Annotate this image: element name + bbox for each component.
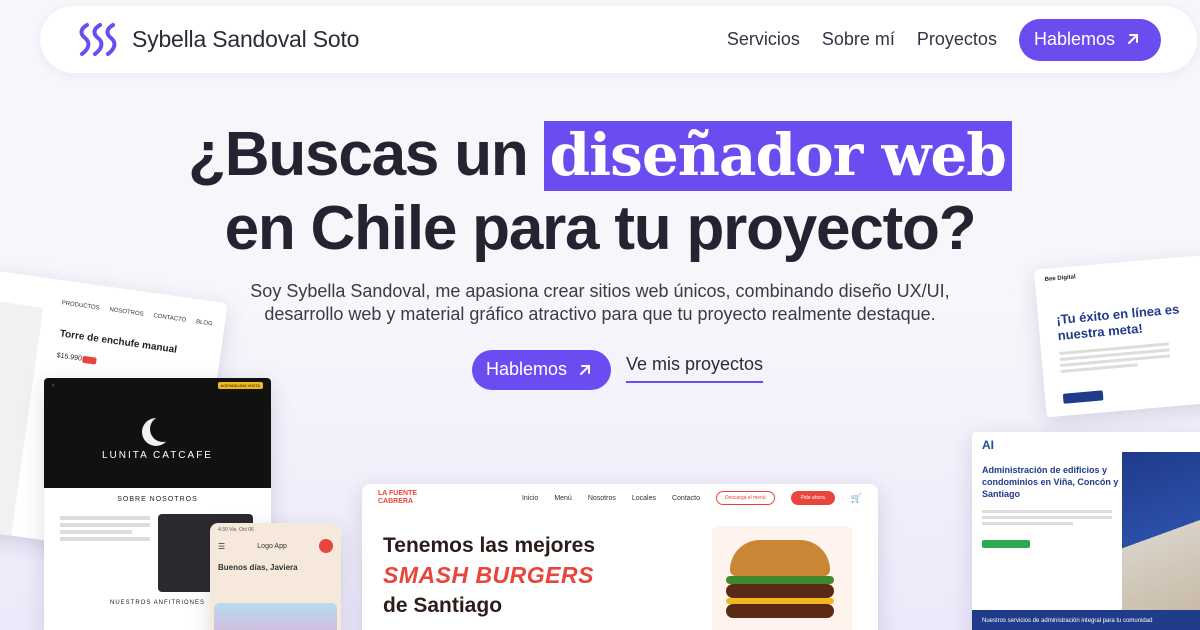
fuente-order-button: Pide ahora (790, 491, 835, 505)
moon-icon (142, 416, 176, 446)
hero-title: ¿Buscas un diseñador web en Chile para t… (0, 118, 1200, 265)
shop-menu-item: NOSOTROS (109, 307, 144, 318)
burger-patty (726, 584, 834, 598)
hero-cta-wrapper: Hablemos (472, 350, 612, 390)
ver-proyectos-link[interactable]: Ve mis proyectos (626, 354, 764, 383)
lunita-hero: ☾ AGENDA UNA VISITA LUNITA CATCAFE (44, 378, 271, 488)
lunita-badge: AGENDA UNA VISITA (217, 382, 263, 389)
phone-app-bar: ☰ Logo App (210, 537, 341, 555)
phone-illustration (214, 603, 337, 630)
cart-icon: 🛒 (850, 492, 862, 503)
burger-top-bun (730, 540, 830, 576)
brand-name: Sybella Sandoval Soto (132, 26, 360, 52)
mockup-la-fuente-cabrera: LA FUENTE CABRERA Inicio Menú Nosotros L… (362, 484, 878, 630)
arrow-up-right-icon (580, 364, 591, 375)
fuente-link: Locales (631, 494, 656, 502)
nav-link-servicios[interactable]: Servicios (727, 29, 800, 50)
admin-title: Administración de edificios y condominio… (982, 465, 1119, 499)
fuente-nav: LA FUENTE CABRERA Inicio Menú Nosotros L… (362, 484, 878, 512)
mockup-bee-digital: Bee Digital ¡Tu éxito en línea es nuestr… (1033, 254, 1200, 418)
admin-logo: AI (982, 438, 994, 452)
shop-menu-item: PRODUCTOS (61, 300, 100, 312)
admin-text (982, 510, 1112, 525)
hero-subtitle: Soy Sybella Sandoval, me apasiona crear … (250, 281, 950, 324)
nav-hablemos-button[interactable]: Hablemos (1018, 18, 1161, 61)
fuente-headline-2: SMASH BURGERS (383, 562, 594, 588)
fuente-logo: LA FUENTE CABRERA (378, 490, 418, 505)
hero-title-highlight: diseñador web (543, 121, 1012, 191)
menu-icon: ☰ (218, 541, 226, 551)
nav-link-proyectos[interactable]: Proyectos (917, 29, 997, 50)
nav-hablemos-label: Hablemos (1033, 28, 1115, 49)
phone-status-bar: 4:30 Vie, Oct 06 (218, 527, 254, 533)
arrow-up-right-icon (1128, 34, 1138, 44)
top-navbar: Sybella Sandoval Soto Servicios Sobre mí… (40, 6, 1197, 73)
admin-button (982, 540, 1030, 548)
fuente-link: Nosotros (587, 494, 616, 502)
phone-app-logo: Logo App (257, 542, 287, 550)
nav-link-sobre-mi[interactable]: Sobre mí (822, 29, 895, 50)
hero-hablemos-button[interactable]: Hablemos (472, 350, 612, 390)
shop-product-price: $15.990 (56, 352, 83, 363)
burger-lettuce (726, 576, 834, 584)
admin-photo (1122, 452, 1200, 612)
bee-title: ¡Tu éxito en línea es nuestra meta! (1055, 301, 1180, 344)
phone-greeting: Buenos días, Javiera (218, 563, 298, 572)
hero-title-line2: en Chile para tu proyecto? (224, 194, 977, 263)
fuente-link: Menú (554, 494, 572, 502)
fuente-link: Inicio (521, 494, 539, 502)
bee-text (1059, 342, 1171, 373)
fuente-links: Inicio Menú Nosotros Locales Contacto De… (522, 491, 862, 505)
burger-patty (726, 604, 834, 618)
main-menu: Servicios Sobre mí Proyectos Hablemos (727, 18, 1161, 61)
mockup-administracion: AI Administración de edificios y condomi… (972, 432, 1200, 630)
mockup-phone-app: 4:30 Vie, Oct 06 ☰ Logo App Buenos días,… (210, 523, 341, 630)
burger-image (712, 526, 852, 630)
hero-title-start: ¿Buscas un (188, 120, 544, 189)
shop-sidebar (0, 299, 44, 536)
fuente-headline-3: de Santiago (383, 594, 503, 617)
lunita-logo: ☾ (52, 383, 56, 388)
shop-product-title: Torre de enchufe manual (59, 328, 178, 356)
brand-link[interactable]: Sybella Sandoval Soto (78, 22, 359, 58)
fuente-link: Contacto (671, 494, 701, 502)
lunita-name: LUNITA CATCAFE (102, 450, 213, 461)
lunita-nav: ☾ AGENDA UNA VISITA (52, 382, 263, 389)
bee-button (1062, 390, 1104, 404)
fuente-headline-1: Tenemos las mejores (383, 534, 596, 557)
lunita-about-heading: SOBRE NOSOTROS (117, 496, 198, 503)
fuente-menu-button: Descarga el menú (716, 491, 775, 505)
lunita-about-text (60, 516, 150, 544)
avatar (318, 539, 333, 553)
hero-hablemos-label: Hablemos (486, 359, 568, 379)
bee-logo: Bee Digital (1044, 274, 1076, 283)
shop-discount-badge (81, 355, 97, 365)
logo-icon (78, 22, 122, 58)
shop-menu-item: BLOG (195, 319, 213, 328)
admin-footer: Nuestros servicios de administración int… (972, 610, 1200, 630)
shop-menu-item: CONTACTO (152, 313, 187, 324)
